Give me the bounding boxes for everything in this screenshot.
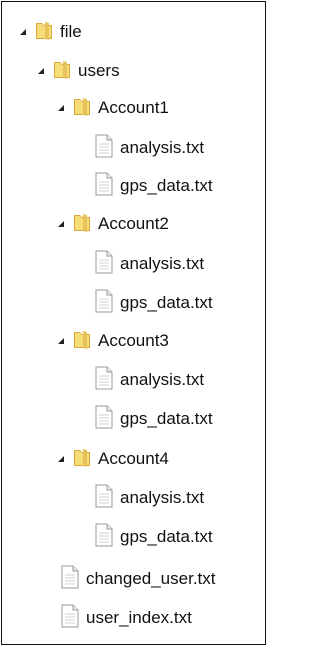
text-file-icon [94, 366, 114, 395]
tree-label: analysis.txt [120, 138, 205, 157]
text-file-icon [94, 523, 114, 552]
expanded-triangle-icon[interactable] [56, 103, 66, 113]
expanded-triangle-icon[interactable] [18, 27, 28, 37]
expanded-triangle-icon[interactable] [56, 336, 66, 346]
text-file-icon [94, 405, 114, 434]
expanded-triangle-icon[interactable] [56, 219, 66, 229]
tree-file-analysis[interactable]: analysis.txt [94, 134, 204, 162]
text-file-icon [94, 289, 114, 318]
tree-node-file[interactable]: file [18, 18, 82, 46]
tree-file-analysis[interactable]: analysis.txt [94, 250, 204, 278]
expanded-triangle-icon[interactable] [56, 454, 66, 464]
text-file-icon [94, 172, 114, 201]
tree-file-changed-user[interactable]: changed_user.txt [60, 565, 215, 593]
file-tree-panel: file users Account1 analysis.txt gps_dat… [1, 1, 266, 645]
tree-label: analysis.txt [120, 254, 205, 273]
tree-label: gps_data.txt [120, 293, 213, 312]
expanded-triangle-icon[interactable] [36, 66, 46, 76]
tree-label: gps_data.txt [120, 527, 213, 546]
tree-node-account4[interactable]: Account4 [56, 445, 169, 473]
tree-node-users[interactable]: users [36, 57, 120, 85]
tree-label: changed_user.txt [86, 569, 216, 588]
text-file-icon [94, 134, 114, 163]
tree-file-gps-data[interactable]: gps_data.txt [94, 289, 213, 317]
tree-file-user-index[interactable]: user_index.txt [60, 604, 192, 632]
tree-label: user_index.txt [86, 608, 192, 627]
tree-node-account3[interactable]: Account3 [56, 327, 169, 355]
folder-icon [72, 328, 92, 355]
tree-label: Account2 [98, 214, 169, 233]
tree-label: gps_data.txt [120, 409, 213, 428]
tree-label: Account1 [98, 98, 169, 117]
tree-label: analysis.txt [120, 370, 205, 389]
tree-label: Account3 [98, 331, 169, 350]
folder-icon [72, 446, 92, 473]
text-file-icon [60, 604, 80, 633]
tree-file-gps-data[interactable]: gps_data.txt [94, 523, 213, 551]
tree-node-account1[interactable]: Account1 [56, 94, 169, 122]
folder-icon [34, 19, 54, 46]
tree-label: Account4 [98, 449, 169, 468]
text-file-icon [60, 565, 80, 594]
tree-file-gps-data[interactable]: gps_data.txt [94, 172, 213, 200]
tree-file-analysis[interactable]: analysis.txt [94, 484, 204, 512]
folder-icon [72, 211, 92, 238]
folder-icon [52, 58, 72, 85]
tree-label: analysis.txt [120, 488, 205, 507]
tree-label: users [78, 61, 120, 80]
tree-label: file [60, 22, 82, 41]
folder-icon [72, 95, 92, 122]
tree-label: gps_data.txt [120, 176, 213, 195]
tree-node-account2[interactable]: Account2 [56, 210, 169, 238]
text-file-icon [94, 484, 114, 513]
text-file-icon [94, 250, 114, 279]
tree-file-gps-data[interactable]: gps_data.txt [94, 405, 213, 433]
tree-file-analysis[interactable]: analysis.txt [94, 366, 204, 394]
